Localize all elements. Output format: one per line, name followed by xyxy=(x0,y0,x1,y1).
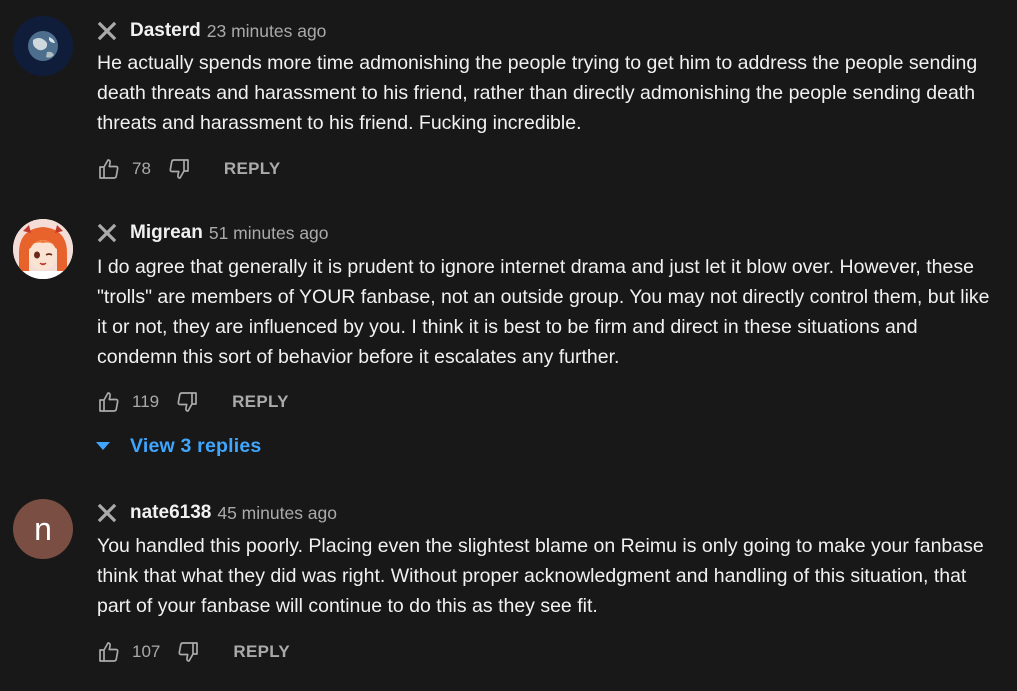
comment-actions: 78 REPLY xyxy=(97,156,281,182)
comment-author[interactable]: Migrean xyxy=(130,222,203,244)
reply-button[interactable]: REPLY xyxy=(232,392,289,412)
like-count: 119 xyxy=(132,392,160,411)
close-icon[interactable] xyxy=(97,503,117,523)
reply-button[interactable]: REPLY xyxy=(233,642,290,662)
comment-header: Migrean 51 minutes ago xyxy=(97,221,329,245)
reply-button[interactable]: REPLY xyxy=(224,159,281,179)
thumbs-up-icon[interactable] xyxy=(97,640,121,664)
thumbs-down-icon[interactable] xyxy=(176,640,200,664)
comment-list: Dasterd 23 minutes ago He actually spend… xyxy=(0,0,1017,691)
avatar[interactable]: n xyxy=(13,499,73,559)
close-icon[interactable] xyxy=(97,21,117,41)
comment-header: nate6138 45 minutes ago xyxy=(97,501,337,525)
comment-author[interactable]: nate6138 xyxy=(130,502,211,524)
caret-down-icon xyxy=(96,442,110,450)
earth-globe-icon xyxy=(13,16,73,76)
comment-timestamp[interactable]: 23 minutes ago xyxy=(207,21,327,42)
comment-timestamp[interactable]: 45 minutes ago xyxy=(217,503,337,524)
avatar[interactable] xyxy=(13,219,73,279)
close-icon[interactable] xyxy=(97,223,117,243)
like-count: 78 xyxy=(132,159,151,178)
view-replies-label: View 3 replies xyxy=(130,434,262,457)
comment-timestamp[interactable]: 51 minutes ago xyxy=(209,223,329,244)
comment-author[interactable]: Dasterd xyxy=(130,20,201,42)
comment-actions: 107 REPLY xyxy=(97,639,290,665)
comment-text: You handled this poorly. Placing even th… xyxy=(97,535,984,617)
thumbs-up-icon[interactable] xyxy=(97,157,121,181)
thumbs-down-icon[interactable] xyxy=(175,390,199,414)
thumbs-down-icon[interactable] xyxy=(167,157,191,181)
like-count: 107 xyxy=(132,642,161,661)
view-replies-button[interactable]: View 3 replies xyxy=(95,433,261,459)
thumbs-up-icon[interactable] xyxy=(97,390,121,414)
comment-text: I do agree that generally it is prudent … xyxy=(97,256,990,368)
comment-header: Dasterd 23 minutes ago xyxy=(97,19,326,43)
comment-text: He actually spends more time admonishing… xyxy=(97,52,978,134)
anime-character-icon xyxy=(13,219,73,279)
avatar[interactable] xyxy=(13,16,73,76)
comment-actions: 119 REPLY xyxy=(97,389,289,415)
avatar-letter: n xyxy=(34,510,52,547)
